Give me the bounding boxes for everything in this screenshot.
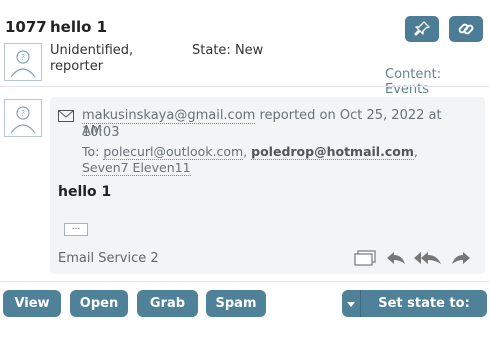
customer-avatar[interactable]: ? <box>4 43 42 81</box>
sender-avatar[interactable]: ? <box>4 99 42 137</box>
set-state-dropdown-toggle[interactable] <box>342 290 360 317</box>
recipients: To: polecurl@outlook.com, poledrop@hotma… <box>82 144 418 160</box>
reported-am: AM <box>82 124 103 139</box>
pin-button[interactable] <box>405 16 439 42</box>
content-events-link[interactable]: Events <box>385 82 430 98</box>
to-label: To: <box>82 144 100 159</box>
customer-role: reporter <box>50 59 104 74</box>
message-header: makusinskaya@gmail.com reported on Oct 2… <box>82 107 482 141</box>
recipient-1[interactable]: polecurl@outlook.com <box>103 144 244 160</box>
footer-divider <box>0 281 489 282</box>
pin-icon <box>414 21 430 36</box>
message-source: Email Service 2 <box>58 251 159 266</box>
state-label-text: State: <box>192 43 231 58</box>
svg-text:?: ? <box>21 109 25 118</box>
recipient-3[interactable]: Seven7 Eleven11 <box>82 160 191 176</box>
ticket-id: 1077 <box>5 18 47 36</box>
customer-name[interactable]: Unidentified, <box>50 43 133 58</box>
content-filter: Content: Events <box>385 67 489 98</box>
link-button[interactable] <box>449 16 483 42</box>
grab-button[interactable]: Grab <box>137 290 198 317</box>
forward-icon[interactable] <box>451 250 471 266</box>
state-label: State: New <box>192 43 263 58</box>
unknown-user-icon: ? <box>10 50 36 78</box>
chevron-down-icon <box>347 302 355 307</box>
message-subject: hello 1 <box>58 184 112 200</box>
link-icon <box>458 23 474 35</box>
message-view-icon[interactable] <box>354 250 376 266</box>
content-label: Content: <box>385 67 442 82</box>
header-divider <box>0 86 489 87</box>
recipient-2[interactable]: poledrop@hotmail.com <box>251 144 414 160</box>
open-button[interactable]: Open <box>70 290 128 317</box>
spam-button[interactable]: Spam <box>206 290 266 317</box>
expand-more-button[interactable]: ... <box>64 223 88 236</box>
more-text: ... <box>71 222 81 232</box>
unknown-user-icon: ? <box>10 106 36 134</box>
ticket-title: hello 1 <box>50 18 108 36</box>
set-state-button[interactable]: Set state to: New <box>361 290 487 338</box>
envelope-icon <box>58 110 74 122</box>
reply-icon[interactable] <box>386 250 406 266</box>
view-button[interactable]: View <box>3 290 61 317</box>
svg-text:?: ? <box>21 53 25 62</box>
reply-all-icon[interactable] <box>414 250 442 266</box>
state-value: New <box>234 43 264 58</box>
sender-email[interactable]: makusinskaya@gmail.com <box>82 108 256 124</box>
